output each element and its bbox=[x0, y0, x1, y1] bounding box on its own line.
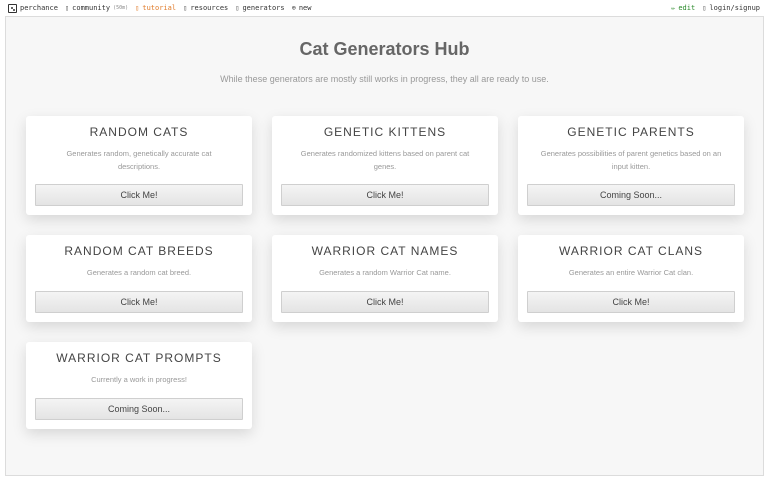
user-icon: ▯ bbox=[702, 4, 707, 12]
card-title: RANDOM CATS bbox=[89, 125, 189, 139]
card-description: Generates a random Warrior Cat name. bbox=[319, 268, 451, 277]
generator-card-random-cats: RANDOM CATS Generates random, geneticall… bbox=[26, 116, 252, 215]
resources-icon: ▯ bbox=[183, 4, 188, 12]
page-title: Cat Generators Hub bbox=[299, 39, 470, 59]
click-me-button[interactable]: Click Me! bbox=[35, 291, 243, 313]
card-title: WARRIOR CAT CLANS bbox=[558, 244, 704, 258]
click-me-button[interactable]: Click Me! bbox=[527, 291, 735, 313]
nav-login-label: login/signup bbox=[709, 4, 760, 12]
card-description: Generates a random cat breed. bbox=[86, 268, 192, 277]
community-badge: (50m) bbox=[113, 5, 129, 11]
generator-card-warrior-cat-prompts: WARRIOR CAT PROMPTS Currently a work in … bbox=[26, 342, 252, 429]
page-subtitle: While these generators are mostly still … bbox=[220, 74, 549, 84]
card-title: GENETIC KITTENS bbox=[323, 125, 447, 139]
nav-perchance[interactable]: perchance bbox=[8, 3, 58, 13]
nav-resources[interactable]: ▯ resources bbox=[183, 4, 228, 12]
nav-new[interactable]: ⊕ new bbox=[292, 4, 312, 12]
generator-card-random-cat-breeds: RANDOM CAT BREEDS Generates a random cat… bbox=[26, 235, 252, 322]
nav-edit[interactable]: ✏ edit bbox=[671, 4, 695, 12]
nav-community-label: community bbox=[72, 4, 111, 12]
generators-icon: ▯ bbox=[235, 4, 240, 12]
click-me-button[interactable]: Click Me! bbox=[281, 184, 489, 206]
card-title: GENETIC PARENTS bbox=[567, 125, 695, 139]
card-description: Generates random, genetically accurate c… bbox=[66, 149, 212, 171]
card-description: Currently a work in progress! bbox=[91, 375, 187, 384]
generator-card-warrior-cat-clans: WARRIOR CAT CLANS Generates an entire Wa… bbox=[518, 235, 744, 322]
nav-generators[interactable]: ▯ generators bbox=[235, 4, 284, 12]
nav-right: ✏ edit ▯ login/signup bbox=[671, 4, 760, 12]
main-panel: Cat Generators Hub While these generator… bbox=[5, 16, 764, 476]
generator-card-genetic-kittens: GENETIC KITTENS Generates randomized kit… bbox=[272, 116, 498, 215]
nav-left: perchance ▯ community (50m) ▯ tutorial ▯… bbox=[8, 3, 312, 13]
plus-circle-icon: ⊕ bbox=[291, 4, 296, 12]
card-title: RANDOM CAT BREEDS bbox=[64, 244, 214, 258]
coming-soon-button[interactable]: Coming Soon... bbox=[527, 184, 735, 206]
nav-edit-label: edit bbox=[678, 4, 696, 12]
top-nav-bar: perchance ▯ community (50m) ▯ tutorial ▯… bbox=[0, 0, 768, 16]
book-icon: ▯ bbox=[135, 4, 140, 12]
nav-new-label: new bbox=[298, 4, 312, 12]
coming-soon-button[interactable]: Coming Soon... bbox=[35, 398, 243, 420]
nav-login[interactable]: ▯ login/signup bbox=[702, 4, 760, 12]
nav-community[interactable]: ▯ community (50m) bbox=[65, 4, 128, 12]
card-title: WARRIOR CAT PROMPTS bbox=[56, 351, 222, 365]
nav-generators-label: generators bbox=[242, 4, 285, 12]
card-description: Generates possibilities of parent geneti… bbox=[540, 149, 722, 171]
card-title: WARRIOR CAT NAMES bbox=[311, 244, 459, 258]
nav-perchance-label: perchance bbox=[20, 4, 58, 12]
nav-tutorial[interactable]: ▯ tutorial bbox=[135, 4, 176, 12]
generator-card-genetic-parents: GENETIC PARENTS Generates possibilities … bbox=[518, 116, 744, 215]
click-me-button[interactable]: Click Me! bbox=[35, 184, 243, 206]
card-description: Generates an entire Warrior Cat clan. bbox=[568, 268, 694, 277]
click-me-button[interactable]: Click Me! bbox=[281, 291, 489, 313]
chat-icon: ▯ bbox=[64, 4, 70, 12]
generator-card-warrior-cat-names: WARRIOR CAT NAMES Generates a random War… bbox=[272, 235, 498, 322]
card-description: Generates randomized kittens based on pa… bbox=[300, 149, 470, 171]
nav-resources-label: resources bbox=[190, 4, 229, 12]
perchance-logo-icon bbox=[8, 3, 17, 13]
nav-tutorial-label: tutorial bbox=[142, 4, 177, 12]
pencil-icon: ✏ bbox=[671, 4, 676, 12]
